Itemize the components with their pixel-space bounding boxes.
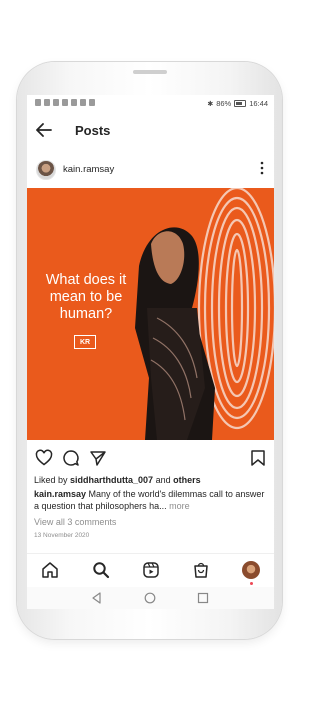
status-bar: ✱ 86% 16:44 bbox=[27, 95, 274, 112]
kr-logo: KR bbox=[74, 335, 96, 349]
battery-icon bbox=[234, 100, 247, 107]
back-arrow-icon[interactable] bbox=[35, 121, 53, 139]
post-actions bbox=[27, 445, 274, 471]
gallery-icon bbox=[89, 99, 95, 106]
search-icon[interactable] bbox=[92, 561, 110, 579]
caption-more-link[interactable]: more bbox=[167, 501, 190, 511]
nav-recents-icon[interactable] bbox=[197, 592, 209, 604]
top-header: Posts bbox=[27, 112, 274, 152]
notification-dot bbox=[250, 582, 253, 585]
post-avatar[interactable] bbox=[36, 160, 56, 180]
mail-icon bbox=[71, 99, 77, 106]
post-text-line2: mean to be bbox=[49, 289, 123, 305]
battery-percent: 86% bbox=[216, 99, 232, 108]
more-options-icon[interactable] bbox=[260, 161, 264, 175]
post-text-line1: What does it bbox=[45, 272, 127, 288]
notification-icon bbox=[53, 99, 59, 106]
signal-icon bbox=[35, 99, 41, 106]
share-icon[interactable] bbox=[89, 449, 107, 467]
likes-prefix: Liked by bbox=[34, 475, 71, 485]
reels-icon[interactable] bbox=[142, 561, 160, 579]
bottom-tab-bar bbox=[27, 553, 274, 586]
likes-text[interactable]: Liked by siddharthdutta_007 and others bbox=[34, 475, 270, 485]
likes-user[interactable]: siddharthdutta_007 bbox=[70, 475, 153, 485]
wifi-icon bbox=[44, 99, 50, 106]
clock: 16:44 bbox=[249, 99, 268, 108]
app-screen: ✱ 86% 16:44 Posts kain.ramsay What does … bbox=[27, 95, 274, 609]
status-right: ✱ 86% 16:44 bbox=[207, 99, 268, 108]
page-title: Posts bbox=[75, 123, 111, 138]
post-username[interactable]: kain.ramsay bbox=[63, 164, 114, 175]
bluetooth-icon: ✱ bbox=[207, 100, 214, 108]
nav-back-icon[interactable] bbox=[91, 592, 103, 604]
android-nav-bar bbox=[27, 587, 274, 609]
heart-icon[interactable] bbox=[35, 449, 53, 467]
caption-username[interactable]: kain.ramsay bbox=[34, 489, 86, 499]
likes-others[interactable]: others bbox=[173, 475, 201, 485]
nav-home-icon[interactable] bbox=[144, 592, 156, 604]
phone-speaker bbox=[133, 70, 167, 74]
shop-icon[interactable] bbox=[192, 561, 210, 579]
post-image[interactable]: What does it mean to be human? KR bbox=[27, 188, 274, 440]
view-comments-link[interactable]: View all 3 comments bbox=[34, 517, 116, 527]
comment-icon[interactable] bbox=[62, 449, 80, 467]
status-left-icons bbox=[35, 99, 95, 106]
post-image-text: What does it mean to be human? bbox=[35, 272, 137, 323]
bookmark-icon[interactable] bbox=[249, 449, 267, 467]
post-date: 13 November 2020 bbox=[34, 532, 90, 539]
whatsapp-icon bbox=[80, 99, 86, 106]
profile-avatar[interactable] bbox=[242, 561, 260, 579]
post-caption: kain.ramsay Many of the world's dilemmas… bbox=[34, 488, 270, 512]
home-icon[interactable] bbox=[41, 561, 59, 579]
post-header: kain.ramsay bbox=[27, 155, 274, 183]
post-text-line3: human? bbox=[59, 306, 113, 322]
likes-mid: and bbox=[153, 475, 174, 485]
app-icon bbox=[62, 99, 68, 106]
